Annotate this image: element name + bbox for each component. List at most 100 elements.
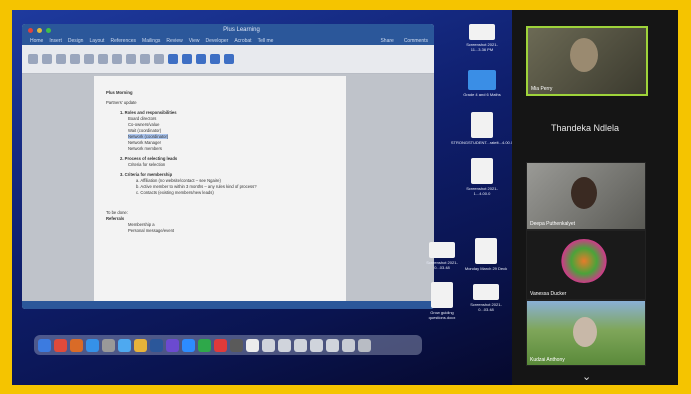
desktop-file[interactable]: STRONGSTUDENT...ratelt...4.00.0 [451, 112, 513, 145]
acrobat-icon[interactable] [214, 338, 227, 352]
dock [34, 335, 422, 355]
desktop-file-label: Grade 4 and 6 Maths [463, 92, 501, 97]
request-signatures-icon[interactable] [224, 54, 234, 64]
document-icon [431, 282, 453, 308]
italic-icon[interactable] [70, 54, 80, 64]
participant-name: Deepa Puthenkalyet [530, 221, 576, 227]
participant-video [570, 38, 598, 72]
trash-icon[interactable] [358, 338, 371, 352]
paste-icon[interactable] [28, 54, 38, 64]
create-pdf-icon[interactable] [210, 54, 220, 64]
desktop-file-label: Screenshot 2021-0...03.48 [470, 302, 502, 312]
document-icon[interactable] [246, 338, 259, 352]
tab-mailings[interactable]: Mailings [142, 38, 160, 44]
doc-subtitle: Partners' update [106, 100, 137, 105]
document-page[interactable]: Plus Morning Partners' update 1. Roles a… [94, 76, 346, 309]
window-thumbnail-icon[interactable] [326, 338, 339, 352]
document-icon [471, 112, 493, 138]
participant-avatar [561, 239, 607, 283]
desktop-file[interactable]: Screenshot 2021-0...03.48 [420, 242, 464, 270]
document-area: Plus Morning Partners' update 1. Roles a… [22, 74, 434, 309]
desktop: Plus Learning Home Insert Design Layout … [12, 10, 513, 385]
participant-tile[interactable]: Vanessa Ducker [526, 230, 646, 300]
minimize-icon[interactable] [37, 27, 42, 33]
document-title: Plus Learning [223, 27, 260, 33]
facetime-icon[interactable] [198, 338, 211, 352]
desktop-folder[interactable]: Grade 4 and 6 Maths [460, 70, 504, 97]
participant-name-camera-off: Thandeka Ndlela [550, 123, 620, 133]
participant-tile[interactable]: Deepa Puthenkalyet [526, 162, 646, 230]
status-bar [22, 301, 434, 309]
sensitivity-icon[interactable] [182, 54, 192, 64]
participant-tile[interactable]: Mia Perry [526, 26, 648, 96]
desktop-file[interactable]: Screenshot 2021-0...03.48 [464, 284, 508, 312]
chevron-down-icon[interactable]: ⌄ [582, 370, 591, 383]
share-button[interactable]: Share [380, 38, 393, 44]
numbering-icon[interactable] [112, 54, 122, 64]
document-icon [475, 238, 497, 264]
close-icon[interactable] [28, 27, 33, 33]
window-thumbnail-icon[interactable] [278, 338, 291, 352]
underline-icon[interactable] [84, 54, 94, 64]
zoom-participants-panel: Mia Perry Thandeka Ndlela Deepa Puthenka… [512, 10, 678, 385]
bullets-icon[interactable] [98, 54, 108, 64]
desktop-file-label: Screenshot 2021-1...4.00.0 [466, 186, 498, 196]
doc-list-item: Criteria for selection [128, 162, 166, 167]
settings-icon[interactable] [102, 338, 115, 352]
desktop-file[interactable]: Screenshot 2021-11...3.36 PM [460, 24, 504, 52]
window-thumbnail-icon[interactable] [310, 338, 323, 352]
participant-name: Mia Perry [531, 86, 553, 92]
tab-home[interactable]: Home [30, 38, 43, 44]
word-window[interactable]: Plus Learning Home Insert Design Layout … [22, 24, 434, 309]
finder-icon[interactable] [38, 338, 51, 352]
tell-me[interactable]: Tell me [258, 38, 274, 44]
desktop-file[interactable]: Grow guiding questions.docx [420, 282, 464, 320]
participant-tile[interactable]: Kudzai Anthony [526, 300, 646, 366]
screenshot-icon [429, 242, 455, 258]
tab-acrobat[interactable]: Acrobat [234, 38, 251, 44]
styles-icon[interactable] [154, 54, 164, 64]
zoom-icon[interactable] [182, 338, 195, 352]
align-icon[interactable] [126, 54, 136, 64]
participant-name: Vanessa Ducker [530, 291, 567, 297]
tab-review[interactable]: Review [166, 38, 182, 44]
desktop-file-label: Screenshot 2021-11...3.36 PM [466, 42, 498, 52]
comments-button[interactable]: Comments [404, 38, 428, 44]
todo-item: Personal message/event [128, 228, 175, 233]
tab-insert[interactable]: Insert [49, 38, 62, 44]
downloads-icon[interactable] [342, 338, 355, 352]
ribbon-tabs: Home Insert Design Layout References Mai… [22, 36, 434, 45]
participant-video [571, 177, 597, 209]
word-icon[interactable] [150, 338, 163, 352]
participant-name: Kudzai Anthony [530, 357, 565, 363]
maximize-icon[interactable] [46, 27, 51, 33]
selected-text[interactable]: Network (coordinator) [128, 134, 169, 139]
indent-icon[interactable] [140, 54, 150, 64]
app-icon[interactable] [230, 338, 243, 352]
participant-video [573, 317, 597, 347]
app-icon[interactable] [70, 338, 83, 352]
launchpad-icon[interactable] [54, 338, 67, 352]
desktop-file[interactable]: Monday March 29 Deck [464, 238, 508, 271]
tab-view[interactable]: View [189, 38, 200, 44]
tab-layout[interactable]: Layout [89, 38, 104, 44]
desktop-file-label: Screenshot 2021-0...03.48 [426, 260, 458, 270]
bold-icon[interactable] [56, 54, 66, 64]
dictate-icon[interactable] [168, 54, 178, 64]
tab-design[interactable]: Design [68, 38, 84, 44]
doc-list: 1. Roles and responsibilities Board direc… [106, 110, 334, 196]
app-store-icon[interactable] [86, 338, 99, 352]
tab-developer[interactable]: Developer [206, 38, 229, 44]
safari-icon[interactable] [118, 338, 131, 352]
desktop-file-label: Monday March 29 Deck [464, 266, 508, 271]
teams-icon[interactable] [166, 338, 179, 352]
window-thumbnail-icon[interactable] [294, 338, 307, 352]
window-thumbnail-icon[interactable] [262, 338, 275, 352]
word-titlebar[interactable]: Plus Learning [22, 24, 434, 36]
chrome-icon[interactable] [134, 338, 147, 352]
tab-references[interactable]: References [110, 38, 136, 44]
editor-icon[interactable] [196, 54, 206, 64]
desktop-file-label: Grow guiding questions.docx [428, 310, 456, 320]
desktop-file[interactable]: Screenshot 2021-1...4.00.0 [460, 158, 504, 196]
font-icon[interactable] [42, 54, 52, 64]
